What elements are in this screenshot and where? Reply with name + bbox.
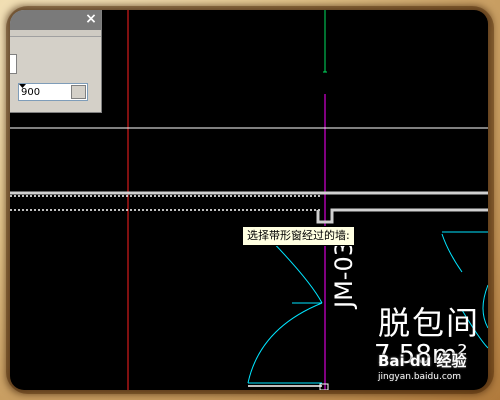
wall-step xyxy=(316,208,488,224)
toolbox-panel: × 900 xyxy=(10,10,102,113)
right-arc-upper xyxy=(441,233,463,273)
toolbox-tab-handle[interactable] xyxy=(10,54,17,74)
baidu-watermark: Bai du 经验 jingyan.baidu.com xyxy=(378,350,467,382)
toolbox-title-bar[interactable]: × xyxy=(10,10,101,30)
door-arc-lower xyxy=(247,302,323,384)
right-arc-curve xyxy=(482,284,488,329)
room-name-label: 脱包间 xyxy=(378,304,481,342)
command-prompt-tooltip: 选择带形窗经过的墙: xyxy=(242,226,355,246)
toolbox-strip xyxy=(10,30,101,37)
width-combo-value: 900 xyxy=(21,86,41,98)
window-code-label: JM-03 xyxy=(330,241,358,308)
watermark-url: jingyan.baidu.com xyxy=(378,372,462,382)
width-combo[interactable]: 900 xyxy=(18,83,88,101)
chevron-down-icon[interactable] xyxy=(19,84,86,99)
bottom-marker xyxy=(319,383,329,390)
watermark-brand: Bai du 经验 xyxy=(378,352,467,370)
cad-drawing-canvas[interactable]: × 900 JM-03 脱包间 7.58m² xyxy=(10,10,488,390)
screenshot-stage: × 900 JM-03 脱包间 7.58m² 选择带形窗经过的墙: Bai du… xyxy=(0,0,500,400)
close-icon[interactable]: × xyxy=(83,11,99,27)
